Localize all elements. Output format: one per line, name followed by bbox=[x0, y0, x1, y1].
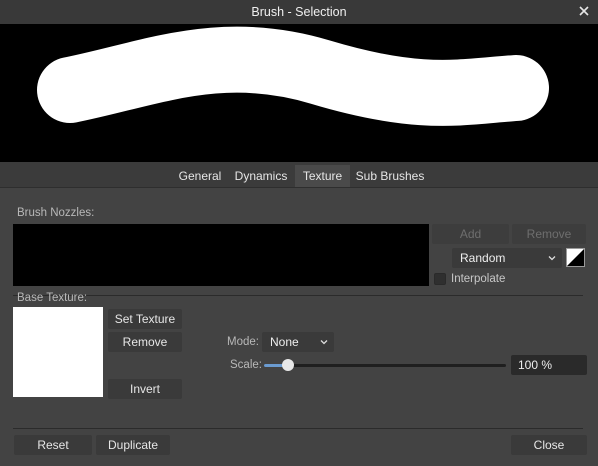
close-button[interactable]: Close bbox=[511, 435, 587, 455]
remove-nozzle-button[interactable]: Remove bbox=[512, 224, 586, 244]
remove-texture-button[interactable]: Remove bbox=[108, 332, 182, 352]
add-nozzle-button[interactable]: Add bbox=[432, 224, 509, 244]
nozzle-order-select[interactable]: Random bbox=[452, 248, 562, 268]
footer-divider bbox=[13, 428, 583, 429]
tab-general[interactable]: General bbox=[172, 165, 228, 187]
brush-stroke-preview bbox=[0, 24, 598, 162]
window-title: Brush - Selection bbox=[251, 5, 347, 19]
duplicate-button[interactable]: Duplicate bbox=[96, 435, 170, 455]
invert-button[interactable]: Invert bbox=[108, 379, 182, 399]
scale-value-field[interactable]: 100 % bbox=[511, 355, 587, 375]
scale-slider-knob[interactable] bbox=[282, 359, 295, 371]
brush-dialog: Brush - Selection General Dynamics Textu… bbox=[0, 0, 598, 466]
section-divider bbox=[13, 295, 583, 296]
base-texture-preview[interactable] bbox=[13, 307, 103, 397]
chevron-down-icon bbox=[548, 256, 556, 261]
base-texture-label: Base Texture: bbox=[17, 292, 88, 304]
title-bar[interactable]: Brush - Selection bbox=[0, 0, 598, 24]
interpolate-checkbox[interactable] bbox=[434, 273, 446, 285]
reset-button[interactable]: Reset bbox=[14, 435, 92, 455]
scale-slider[interactable] bbox=[264, 359, 506, 371]
tab-bar: General Dynamics Texture Sub Brushes bbox=[0, 162, 598, 188]
chevron-down-icon bbox=[320, 340, 328, 345]
tab-sub-brushes[interactable]: Sub Brushes bbox=[352, 165, 428, 187]
set-texture-button[interactable]: Set Texture bbox=[108, 309, 182, 329]
tab-texture[interactable]: Texture bbox=[295, 165, 350, 187]
color-swatch[interactable] bbox=[566, 248, 585, 267]
mode-select[interactable]: None bbox=[262, 332, 334, 352]
nozzle-order-value: Random bbox=[460, 251, 506, 265]
brush-stroke-shape bbox=[37, 26, 549, 126]
interpolate-label: Interpolate bbox=[451, 273, 506, 285]
close-icon[interactable] bbox=[575, 2, 593, 20]
tab-dynamics[interactable]: Dynamics bbox=[230, 165, 292, 187]
mode-label: Mode: bbox=[227, 336, 259, 348]
brush-nozzles-label: Brush Nozzles: bbox=[17, 207, 95, 219]
scale-label: Scale: bbox=[230, 359, 262, 371]
mode-value: None bbox=[270, 335, 299, 349]
brush-nozzles-list[interactable] bbox=[13, 224, 429, 286]
